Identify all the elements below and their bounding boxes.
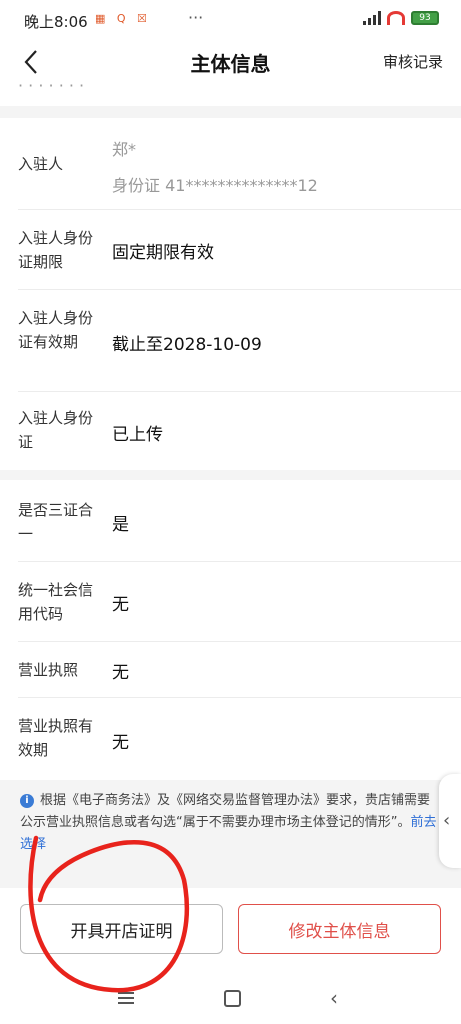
system-back-icon[interactable]: ‹ (330, 986, 338, 1010)
info-row: 入驻人 郑* 身份证 41**************12 (0, 118, 461, 210)
top-partial-card: · · · · · · · (0, 82, 461, 106)
more-notifications-icon: ··· (188, 8, 204, 27)
status-bar: 晚上8:06 ▦ Q ☒ ··· 93 (0, 0, 461, 42)
legal-notice: i 根据《电子商务法》及《网络交易监督管理办法》要求，贵店铺需要公示营业执照信息… (0, 780, 461, 888)
chevron-left-icon: ‹ (443, 810, 451, 831)
system-nav-bar: ‹ (0, 978, 461, 1024)
battery-icon: 93 (411, 11, 439, 25)
audit-record-link[interactable]: 审核记录 (383, 51, 443, 72)
status-time: 晚上8:06 (24, 13, 88, 31)
nav-bar: 主体信息 审核记录 (0, 42, 461, 82)
open-store-certificate-button[interactable]: 开具开店证明 (20, 904, 223, 954)
wifi-icon (387, 11, 405, 25)
person-info-card: 入驻人 郑* 身份证 41**************12 入驻人身份证期限 固… (0, 118, 461, 470)
license-info-card: 是否三证合一 是 统一社会信用代码 无 营业执照 无 营业执照有效期 无 (0, 480, 461, 780)
side-drawer-handle[interactable]: ‹ (439, 774, 461, 868)
info-row: 入驻人身份证 已上传 (0, 392, 461, 470)
row-label: 入驻人身份证 (18, 409, 94, 451)
row-label: 营业执照 (18, 661, 79, 679)
status-right: 93 (363, 11, 439, 25)
row-label: 是否三证合一 (18, 501, 94, 543)
info-row: 营业执照 无 (0, 642, 461, 698)
info-row: 是否三证合一 是 (0, 480, 461, 562)
notification-icons: ▦ Q ☒ (95, 12, 151, 25)
signal-icon (363, 11, 381, 25)
info-row: 统一社会信用代码 无 (0, 562, 461, 642)
row-value: 是 (112, 515, 129, 535)
row-value: 截止至2028-10-09 (112, 335, 262, 355)
row-label: 入驻人身份证有效期 (18, 309, 94, 351)
row-value[interactable]: 已上传 (112, 420, 163, 445)
row-label: 入驻人身份证期限 (18, 229, 94, 271)
row-label: 入驻人 (18, 155, 64, 173)
notice-text: 根据《电子商务法》及《网络交易监督管理办法》要求，贵店铺需要公示营业执照信息或者… (20, 790, 440, 856)
row-label: 营业执照有效期 (18, 717, 94, 759)
person-name: 郑* (112, 140, 137, 159)
menu-icon[interactable] (118, 992, 134, 1004)
battery-level: 93 (419, 13, 431, 23)
info-row: 入驻人身份证有效期 截止至2028-10-09 (0, 290, 461, 392)
row-value: 无 (112, 663, 129, 683)
partial-row-text: · · · · · · · (18, 82, 85, 95)
back-arrow-icon[interactable] (22, 48, 40, 76)
bottom-action-bar: 开具开店证明 修改主体信息 (0, 888, 461, 978)
home-icon[interactable] (224, 990, 241, 1007)
person-id: 身份证 41**************12 (112, 176, 318, 195)
row-label: 统一社会信用代码 (18, 581, 94, 623)
info-row: 入驻人身份证期限 固定期限有效 (0, 210, 461, 290)
row-value: 无 (112, 595, 129, 615)
row-value: 固定期限有效 (112, 243, 214, 263)
row-value: 无 (112, 733, 129, 753)
info-row: 营业执照有效期 无 (0, 698, 461, 780)
notice-body: 根据《电子商务法》及《网络交易监督管理办法》要求，贵店铺需要公示营业执照信息或者… (20, 793, 431, 830)
edit-entity-info-button[interactable]: 修改主体信息 (238, 904, 441, 954)
